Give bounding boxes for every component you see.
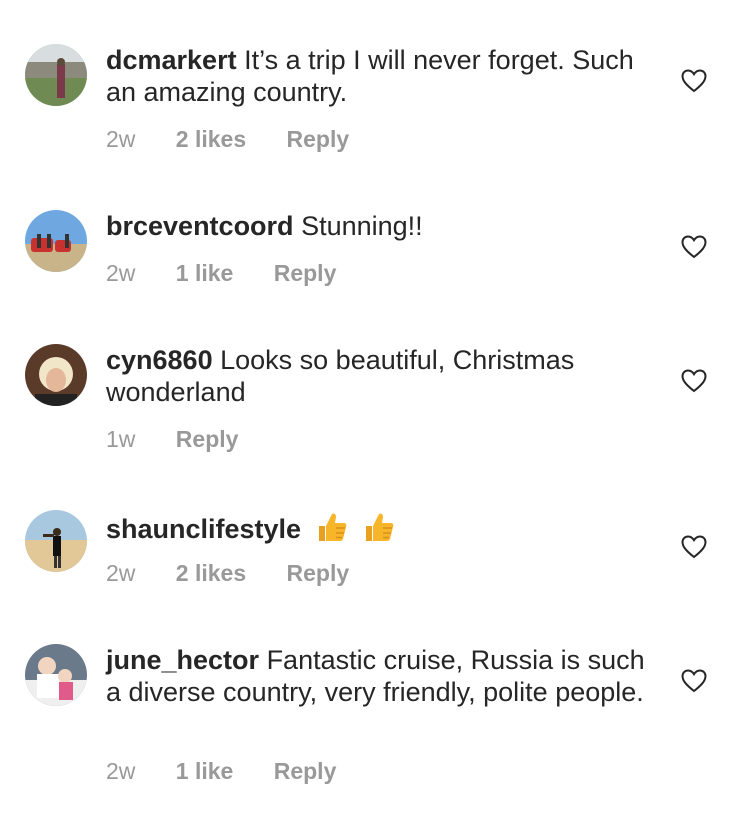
likes-count[interactable]: 1 like — [176, 757, 234, 785]
username[interactable]: shaunclifestyle — [106, 514, 301, 544]
comment-meta: 2w 1 like Reply — [106, 259, 336, 287]
comment-meta: 2w 2 likes Reply — [106, 559, 349, 587]
avatar[interactable] — [25, 210, 87, 272]
like-heart-icon[interactable] — [681, 69, 707, 93]
comment-meta: 1w Reply — [106, 425, 238, 453]
avatar-image — [25, 210, 87, 272]
thumbs-up-icon — [315, 510, 349, 551]
comment-time: 1w — [106, 426, 136, 452]
thumbs-up-icon — [362, 510, 396, 551]
avatar[interactable] — [25, 344, 87, 406]
reply-button[interactable]: Reply — [274, 757, 337, 785]
username[interactable]: june_hector — [106, 645, 259, 675]
like-heart-icon[interactable] — [681, 669, 707, 693]
comment-time: 2w — [106, 126, 136, 152]
comment-text: Stunning!! — [301, 211, 423, 241]
avatar[interactable] — [25, 644, 87, 706]
like-heart-icon[interactable] — [681, 369, 707, 393]
comment-time: 2w — [106, 560, 136, 586]
avatar[interactable] — [25, 510, 87, 572]
like-heart-icon[interactable] — [681, 535, 707, 559]
likes-count[interactable]: 2 likes — [176, 125, 246, 153]
likes-count[interactable]: 2 likes — [176, 559, 246, 587]
avatar-image — [25, 344, 87, 406]
username[interactable]: dcmarkert — [106, 45, 237, 75]
like-heart-icon[interactable] — [681, 235, 707, 259]
comment-time: 2w — [106, 260, 136, 286]
username[interactable]: cyn6860 — [106, 345, 213, 375]
reply-button[interactable]: Reply — [287, 559, 350, 587]
reply-button[interactable]: Reply — [274, 259, 337, 287]
avatar-image — [25, 44, 87, 106]
comment-time: 2w — [106, 758, 136, 784]
likes-count[interactable]: 1 like — [176, 259, 234, 287]
comment-text-block: dcmarkert It’s a trip I will never forge… — [106, 44, 646, 108]
comment-text-block: brceventcoord Stunning!! — [106, 210, 646, 242]
reply-button[interactable]: Reply — [287, 125, 350, 153]
comment-text-block: cyn6860 Looks so beautiful, Christmas wo… — [106, 344, 646, 408]
username[interactable]: brceventcoord — [106, 211, 294, 241]
comment-meta: 2w 1 like Reply — [106, 757, 336, 785]
avatar-image — [25, 510, 87, 572]
reply-button[interactable]: Reply — [176, 425, 239, 453]
avatar[interactable] — [25, 44, 87, 106]
avatar-image — [25, 644, 87, 706]
comment-meta: 2w 2 likes Reply — [106, 125, 349, 153]
comment-text-block: shaunclifestyle — [106, 510, 646, 551]
comment-text-block: june_hector Fantastic cruise, Russia is … — [106, 644, 646, 708]
